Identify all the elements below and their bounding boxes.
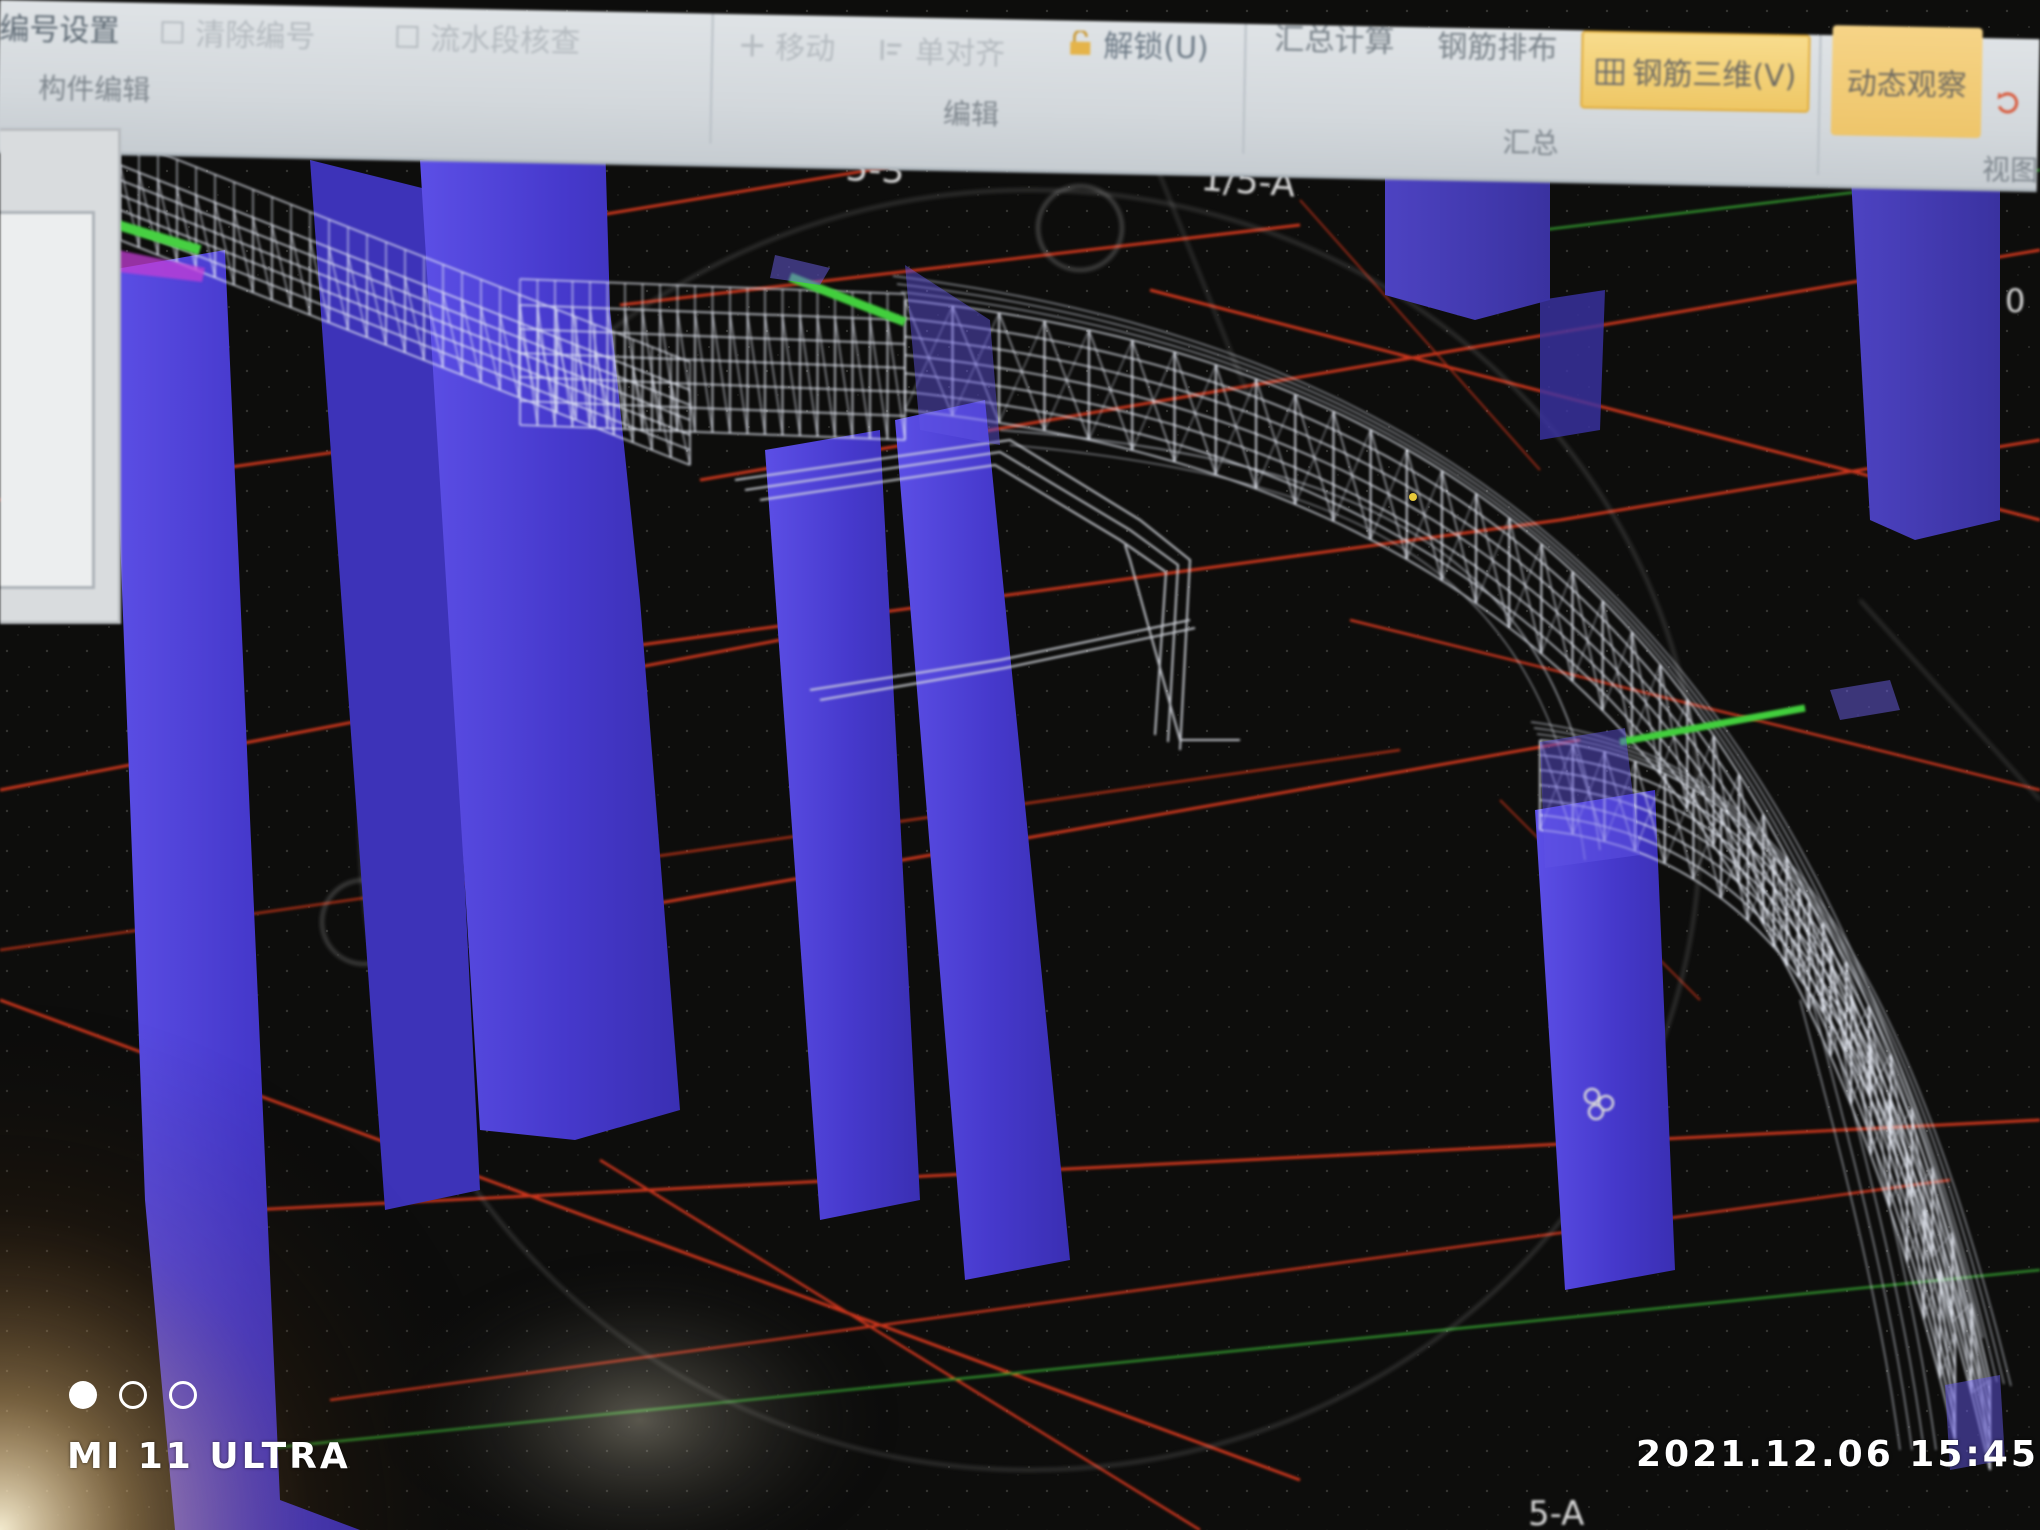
single-align-label: 单对齐 <box>914 35 1006 73</box>
3d-viewport[interactable]: 5-3 1/5-A 5-A 0 <box>0 0 2040 1530</box>
dynamic-observe-label: 动态观察 <box>1846 66 1968 104</box>
clear-icon <box>159 18 185 44</box>
camera-dot <box>169 1381 197 1409</box>
camera-dot <box>69 1381 97 1409</box>
lock-icon <box>1067 29 1093 56</box>
view-group-label: 视图 <box>1981 153 2039 188</box>
dynamic-observe-button[interactable]: 动态观察 <box>1830 25 1983 139</box>
camera-timestamp: 2021.12.06 15:45 <box>1636 1434 2039 1475</box>
number-settings-label: 编号设置 <box>0 11 120 50</box>
flow-check-label: 流水段核查 <box>429 22 581 61</box>
properties-panel-content[interactable] <box>0 211 95 589</box>
edit-group-label: 编辑 <box>942 97 1000 132</box>
component-edit-group-label: 构件编辑 <box>37 71 151 107</box>
rebar-3d-scene[interactable]: 5-3 1/5-A 5-A 0 <box>0 0 2040 1530</box>
rebar-3d-button[interactable]: 钢筋三维(V) <box>1580 30 1811 113</box>
single-align-button[interactable]: 单对齐 <box>879 27 1006 73</box>
group-divider <box>1816 34 1822 175</box>
group-divider <box>1242 23 1247 154</box>
rebar-3d-label: 钢筋三维(V) <box>1632 56 1797 95</box>
rotate-icon <box>1993 88 2019 114</box>
clear-numbering-label: 清除编号 <box>195 17 316 56</box>
align-icon <box>879 36 905 62</box>
move-label: 移动 <box>774 30 836 68</box>
move-button[interactable]: 移动 <box>739 22 836 68</box>
summary-calc-button[interactable]: 汇总计算 <box>1274 14 1395 60</box>
cursor-marker <box>1409 493 1417 501</box>
edge-value: 0 <box>2005 282 2025 320</box>
column <box>1850 160 2000 540</box>
move-icon <box>739 31 765 57</box>
summary-group-label: 汇总 <box>1502 125 1559 160</box>
rebar-grid-icon <box>1594 57 1624 86</box>
camera-device-label: MI 11 ULTRA <box>67 1436 351 1477</box>
number-settings-button[interactable]: 编号设置 <box>0 4 120 50</box>
rebar-layout-label: 钢筋排布 <box>1437 29 1558 67</box>
rebar-layout-button[interactable]: 钢筋排布 <box>1437 22 1558 68</box>
group-divider <box>709 13 714 144</box>
flow-check-button[interactable]: 流水段核查 <box>394 14 581 62</box>
camera-dot <box>119 1381 147 1409</box>
rotate-view-button[interactable] <box>1993 88 2019 114</box>
axis-label: 5-A <box>1528 1494 1584 1530</box>
clear-numbering-button[interactable]: 清除编号 <box>159 9 316 56</box>
properties-panel[interactable] <box>0 128 121 624</box>
unlock-button[interactable]: 解锁(U) <box>1067 21 1209 68</box>
unlock-label: 解锁(U) <box>1102 29 1209 67</box>
summary-calc-label: 汇总计算 <box>1274 22 1395 60</box>
column <box>1540 290 1605 440</box>
check-icon <box>394 23 420 49</box>
